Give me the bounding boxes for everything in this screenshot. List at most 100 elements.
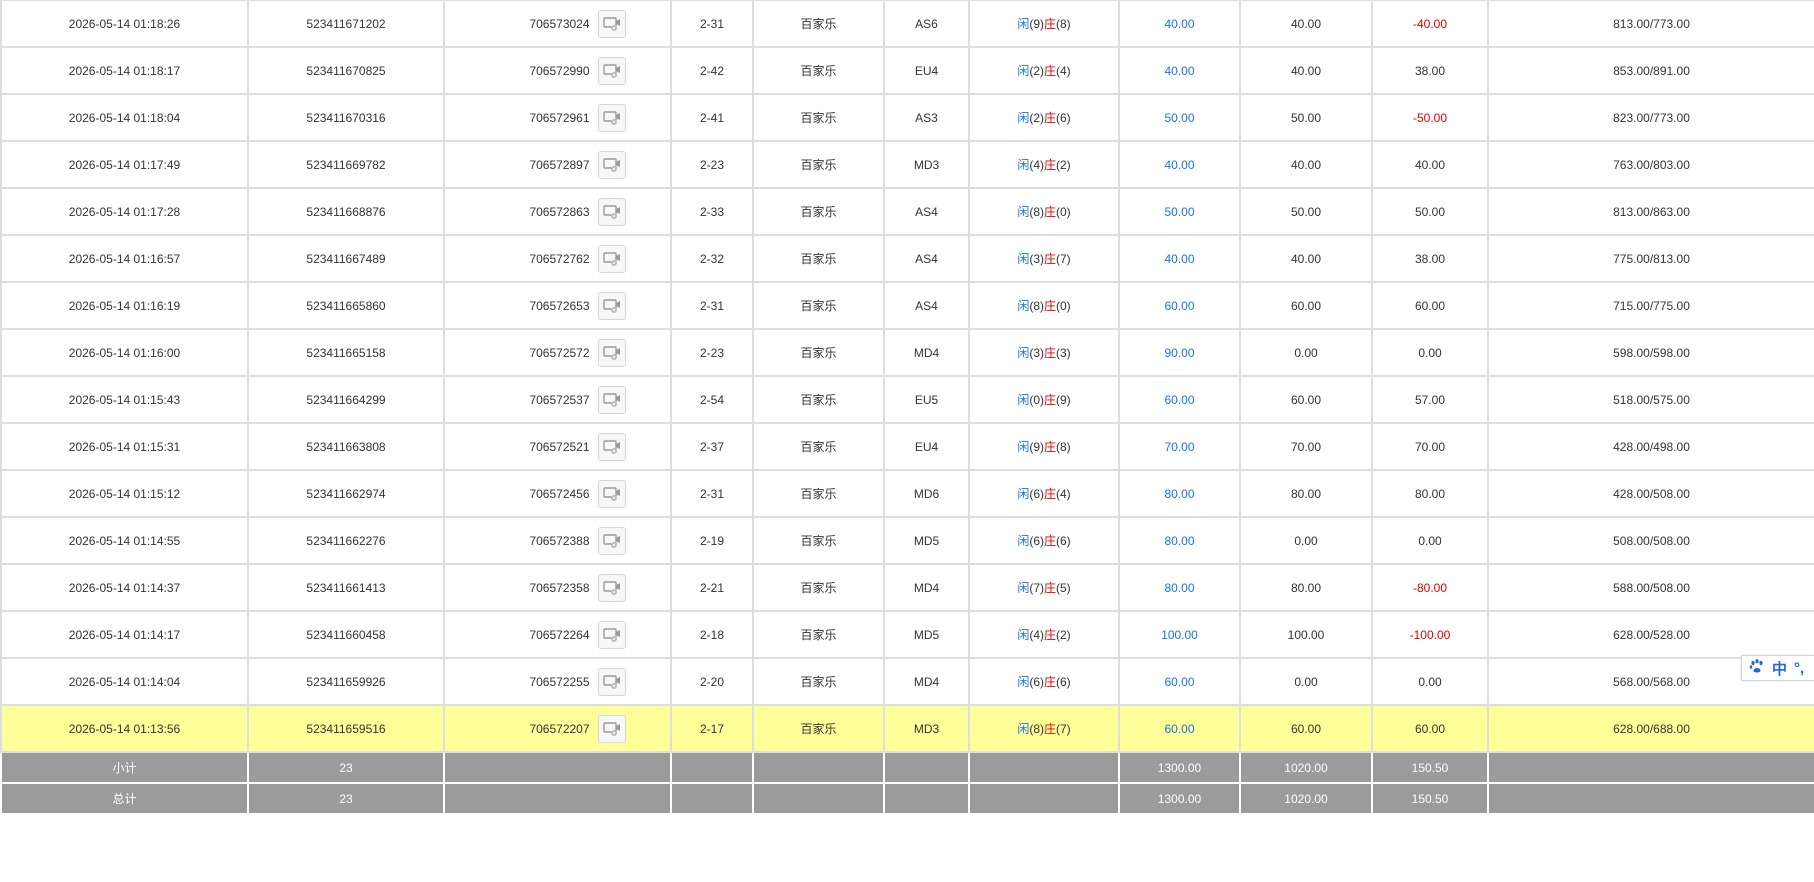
replay-video-icon[interactable] <box>597 9 626 38</box>
bet-time: 2026-05-14 01:18:17 <box>0 46 249 95</box>
replay-video-icon[interactable] <box>597 56 626 85</box>
player-points: (2) <box>1029 64 1044 78</box>
round-cell: 706572521 <box>443 422 672 471</box>
valid-bet: 40.00 <box>1239 0 1373 48</box>
bet-amount: 40.00 <box>1118 140 1241 189</box>
round-number: 706572264 <box>529 627 590 642</box>
replay-video-icon[interactable] <box>597 479 626 508</box>
replay-video-icon[interactable] <box>597 385 626 414</box>
round-cell: 706572961 <box>443 93 672 142</box>
bet-number: 523411662974 <box>247 469 445 518</box>
valid-bet: 50.00 <box>1239 93 1373 142</box>
replay-video-icon[interactable] <box>597 620 626 649</box>
ime-toolbar[interactable]: 中 °, <box>1741 655 1814 681</box>
banker-label: 庄 <box>1044 111 1057 125</box>
table-code: EU4 <box>883 46 970 95</box>
bet-time: 2026-05-14 01:17:49 <box>0 140 249 189</box>
shoe-round: 2-31 <box>670 0 754 48</box>
balance-change: 628.00/688.00 <box>1487 704 1814 753</box>
replay-video-icon[interactable] <box>597 573 626 602</box>
player-label: 闲 <box>1017 628 1030 642</box>
replay-video-icon[interactable] <box>597 338 626 367</box>
player-label: 闲 <box>1017 299 1030 313</box>
paw-icon[interactable] <box>1749 658 1765 678</box>
win-loss: 0.00 <box>1371 516 1489 565</box>
total-bet: 1300.00 <box>1118 782 1241 815</box>
ime-punct-toggle[interactable]: °, <box>1794 660 1804 677</box>
game-type: 百家乐 <box>752 657 885 706</box>
shoe-round: 2-31 <box>670 469 754 518</box>
shoe-round: 2-31 <box>670 281 754 330</box>
win-loss: 38.00 <box>1371 234 1489 283</box>
win-loss: 0.00 <box>1371 328 1489 377</box>
table-code: AS4 <box>883 281 970 330</box>
table-code: MD5 <box>883 516 970 565</box>
player-points: (3) <box>1029 346 1044 360</box>
balance-change: 813.00/863.00 <box>1487 187 1814 236</box>
banker-points: (7) <box>1056 252 1071 266</box>
bet-amount: 40.00 <box>1118 46 1241 95</box>
banker-label: 庄 <box>1044 393 1057 407</box>
replay-video-icon[interactable] <box>597 244 626 273</box>
round-number: 706572358 <box>529 580 590 595</box>
banker-label: 庄 <box>1044 487 1057 501</box>
table-body: 2026-05-14 01:18:26 523411671202 706573024… <box>0 0 1814 753</box>
round-cell: 706572255 <box>443 657 672 706</box>
subtotal-label: 小计 <box>0 751 249 784</box>
replay-video-icon[interactable] <box>597 103 626 132</box>
valid-bet: 80.00 <box>1239 563 1373 612</box>
bet-amount: 60.00 <box>1118 375 1241 424</box>
game-type: 百家乐 <box>752 234 885 283</box>
banker-points: (2) <box>1056 158 1071 172</box>
shoe-round: 2-37 <box>670 422 754 471</box>
bet-number: 523411659516 <box>247 704 445 753</box>
bet-time: 2026-05-14 01:14:04 <box>0 657 249 706</box>
result-cell: 闲(3)庄(7) <box>968 234 1120 283</box>
result-cell: 闲(9)庄(8) <box>968 0 1120 48</box>
replay-video-icon[interactable] <box>597 150 626 179</box>
player-label: 闲 <box>1017 675 1030 689</box>
banker-points: (9) <box>1056 393 1071 407</box>
player-label: 闲 <box>1017 393 1030 407</box>
bet-number: 523411661413 <box>247 563 445 612</box>
balance-change: 588.00/508.00 <box>1487 563 1814 612</box>
table-code: AS4 <box>883 187 970 236</box>
replay-video-icon[interactable] <box>597 432 626 461</box>
table-code: EU5 <box>883 375 970 424</box>
banker-points: (3) <box>1056 346 1071 360</box>
round-number: 706572388 <box>529 533 590 548</box>
replay-video-icon[interactable] <box>597 714 626 743</box>
table-row: 2026-05-14 01:18:17 523411670825 706572990… <box>0 46 1814 95</box>
bet-time: 2026-05-14 01:14:55 <box>0 516 249 565</box>
replay-video-icon[interactable] <box>597 526 626 555</box>
banker-label: 庄 <box>1044 581 1057 595</box>
game-type: 百家乐 <box>752 375 885 424</box>
result-cell: 闲(6)庄(4) <box>968 469 1120 518</box>
banker-points: (0) <box>1056 299 1071 313</box>
replay-video-icon[interactable] <box>597 291 626 320</box>
round-cell: 706572264 <box>443 610 672 659</box>
player-label: 闲 <box>1017 534 1030 548</box>
replay-video-icon[interactable] <box>597 667 626 696</box>
table-row: 2026-05-14 01:15:12 523411662974 706572456… <box>0 469 1814 518</box>
result-cell: 闲(2)庄(6) <box>968 93 1120 142</box>
banker-points: (6) <box>1056 675 1071 689</box>
table-row: 2026-05-14 01:18:04 523411670316 706572961… <box>0 93 1814 142</box>
bet-number: 523411668876 <box>247 187 445 236</box>
result-cell: 闲(8)庄(0) <box>968 281 1120 330</box>
win-loss: -50.00 <box>1371 93 1489 142</box>
table-code: AS4 <box>883 234 970 283</box>
player-points: (4) <box>1029 158 1044 172</box>
replay-video-icon[interactable] <box>597 197 626 226</box>
result-cell: 闲(3)庄(3) <box>968 328 1120 377</box>
ime-mode-toggle[interactable]: 中 <box>1772 658 1787 679</box>
balance-change: 813.00/773.00 <box>1487 0 1814 48</box>
subtotal-win: 150.50 <box>1371 751 1489 784</box>
valid-bet: 60.00 <box>1239 704 1373 753</box>
banker-points: (4) <box>1056 64 1071 78</box>
player-label: 闲 <box>1017 440 1030 454</box>
banker-points: (2) <box>1056 628 1071 642</box>
player-points: (6) <box>1029 675 1044 689</box>
round-number: 706572762 <box>529 251 590 266</box>
bet-time: 2026-05-14 01:14:17 <box>0 610 249 659</box>
